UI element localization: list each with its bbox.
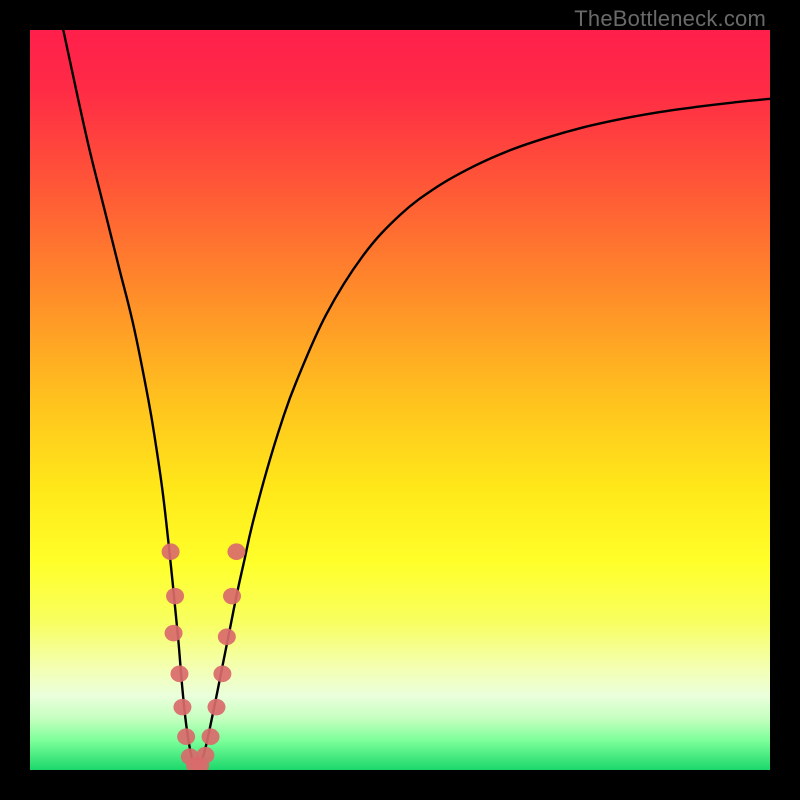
data-marker xyxy=(207,699,225,716)
data-marker xyxy=(170,666,188,683)
data-marker xyxy=(213,666,231,683)
chart-frame: TheBottleneck.com xyxy=(0,0,800,800)
data-marker xyxy=(166,588,184,605)
data-marker xyxy=(196,747,214,764)
data-marker xyxy=(218,629,236,646)
data-marker xyxy=(227,543,245,560)
data-marker xyxy=(165,625,183,642)
bottleneck-curve xyxy=(30,30,770,770)
plot-area xyxy=(30,30,770,770)
data-marker xyxy=(162,543,180,560)
watermark-text: TheBottleneck.com xyxy=(574,6,766,32)
data-marker xyxy=(223,588,241,605)
data-marker xyxy=(173,699,191,716)
data-marker xyxy=(177,728,195,745)
data-marker xyxy=(202,728,220,745)
